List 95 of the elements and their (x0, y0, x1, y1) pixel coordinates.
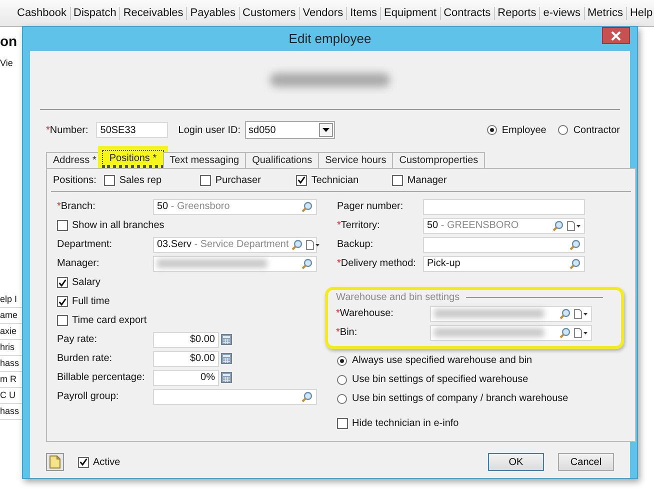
field-value: 50 - Greensboro (157, 200, 230, 213)
input-field[interactable]: 03.Serv - Service Department (153, 236, 317, 252)
menu-item[interactable]: Payables (187, 6, 240, 20)
field-label: Pay rate: (57, 333, 98, 346)
checkbox-option[interactable]: Full time (57, 295, 110, 308)
page-heading: on (0, 33, 18, 49)
calculator-icon[interactable] (221, 353, 232, 364)
document-menu-icon[interactable] (304, 238, 320, 250)
radio-option[interactable]: Employee (486, 124, 546, 136)
field-label: Billable percentage: (57, 371, 146, 384)
radio-option[interactable]: Always use specified warehouse and bin (337, 354, 532, 367)
tab[interactable]: Text messaging (162, 152, 246, 168)
input-field[interactable] (153, 388, 317, 404)
radio-option[interactable]: Use bin settings of company / branch warehouse (337, 392, 568, 405)
input-field[interactable] (153, 256, 317, 272)
input-field[interactable] (430, 306, 592, 322)
field-value: 03.Serv - Service Department (157, 238, 289, 251)
checkbox-option[interactable]: Salary (57, 276, 100, 289)
document-menu-icon[interactable] (573, 308, 588, 320)
radio-option[interactable]: Use bin settings of specified warehouse (337, 373, 528, 386)
checkbox-option[interactable]: Purchaser (200, 174, 296, 186)
document-menu-icon[interactable] (573, 326, 588, 338)
field-label: Pager number: (337, 200, 404, 213)
amount-field[interactable]: $0.00 (153, 332, 219, 348)
close-icon (611, 30, 621, 40)
group-title: Warehouse and bin settings (336, 290, 460, 304)
input-field[interactable]: 50 - Greensboro (153, 198, 317, 214)
number-field[interactable]: 50SE33 (96, 122, 168, 138)
checkbox-option[interactable]: Manager (392, 174, 488, 186)
menu-item[interactable]: Items (347, 6, 381, 20)
field-label: Login user ID: (178, 124, 241, 136)
field-value: 50 - GREENSBORO (427, 219, 519, 232)
search-icon[interactable] (569, 258, 581, 270)
menu-item[interactable]: Cashbook (14, 6, 71, 20)
checkbox-option[interactable]: Time card export (57, 314, 147, 327)
menu-item[interactable]: Contracts (440, 6, 495, 20)
search-icon[interactable] (569, 238, 581, 250)
close-button[interactable] (602, 27, 630, 44)
radio-option[interactable]: Contractor (558, 124, 620, 136)
checkbox-option[interactable]: Active (78, 456, 120, 468)
calculator-icon[interactable] (221, 372, 232, 383)
check-icon (79, 457, 88, 467)
search-icon[interactable] (301, 390, 313, 402)
toolbar-label[interactable]: Vie (0, 57, 22, 70)
search-icon[interactable] (552, 220, 564, 232)
input-field[interactable]: Pick-up (423, 256, 585, 272)
dialog-button[interactable]: OK (488, 453, 544, 471)
checkbox-option[interactable]: Hide technician in e-info (337, 417, 459, 430)
input-field[interactable] (430, 324, 592, 340)
field-label: *Bin: (336, 326, 358, 339)
menu-item[interactable]: Customers (240, 6, 300, 20)
field-label: Backup: (337, 238, 374, 251)
field-label: *Branch: (57, 200, 96, 213)
window-title: Edit employee (288, 31, 372, 47)
menu-item[interactable]: Metrics (584, 6, 627, 20)
menu-item[interactable]: Equipment (381, 6, 441, 20)
login-dropdown[interactable]: sd050 (244, 121, 335, 139)
field-label: *Number: (46, 124, 88, 136)
amount-field[interactable]: $0.00 (153, 350, 219, 366)
search-icon[interactable] (301, 200, 313, 212)
field-label: Burden rate: (57, 352, 114, 365)
input-field[interactable] (423, 198, 585, 214)
field-label: *Delivery method: (337, 257, 417, 270)
menu-item[interactable]: Receivables (120, 6, 188, 20)
checkbox-option[interactable]: Technician (296, 174, 392, 186)
search-icon[interactable] (559, 308, 571, 320)
menu-item[interactable]: Dispatch (70, 6, 120, 20)
field-label: *Warehouse: (336, 307, 394, 320)
input-field[interactable]: 50 - GREENSBORO (423, 218, 585, 234)
document-menu-icon[interactable] (566, 220, 581, 232)
tab[interactable]: Customproperties (392, 152, 486, 168)
document-icon (49, 455, 61, 469)
dialog-button[interactable]: Cancel (558, 453, 614, 471)
field-label: Payroll group: (57, 390, 120, 403)
search-icon[interactable] (559, 326, 571, 338)
field-value: Pick-up (427, 257, 460, 270)
menu-item[interactable]: Reports (494, 6, 540, 20)
search-icon[interactable] (290, 238, 303, 250)
field-label: *Territory: (337, 219, 381, 232)
amount-field[interactable]: 0% (153, 370, 219, 386)
tab[interactable]: Qualifications (245, 152, 320, 168)
field-label: Manager: (57, 257, 100, 270)
field-label: Department: (57, 238, 114, 251)
calculator-icon[interactable] (221, 334, 232, 345)
menu-item[interactable]: e-views (540, 6, 584, 20)
input-field[interactable] (423, 236, 585, 252)
checkbox-option[interactable]: Show in all branches (57, 219, 164, 232)
check-icon (297, 175, 306, 185)
menu-item[interactable]: Vendors (300, 6, 348, 20)
caret-icon (318, 123, 333, 137)
field-label: Positions: (53, 174, 96, 186)
menu-item[interactable]: Help (626, 6, 654, 20)
search-icon[interactable] (301, 258, 313, 270)
notes-button[interactable] (46, 453, 64, 471)
checkbox-option[interactable]: Sales rep (104, 174, 200, 186)
